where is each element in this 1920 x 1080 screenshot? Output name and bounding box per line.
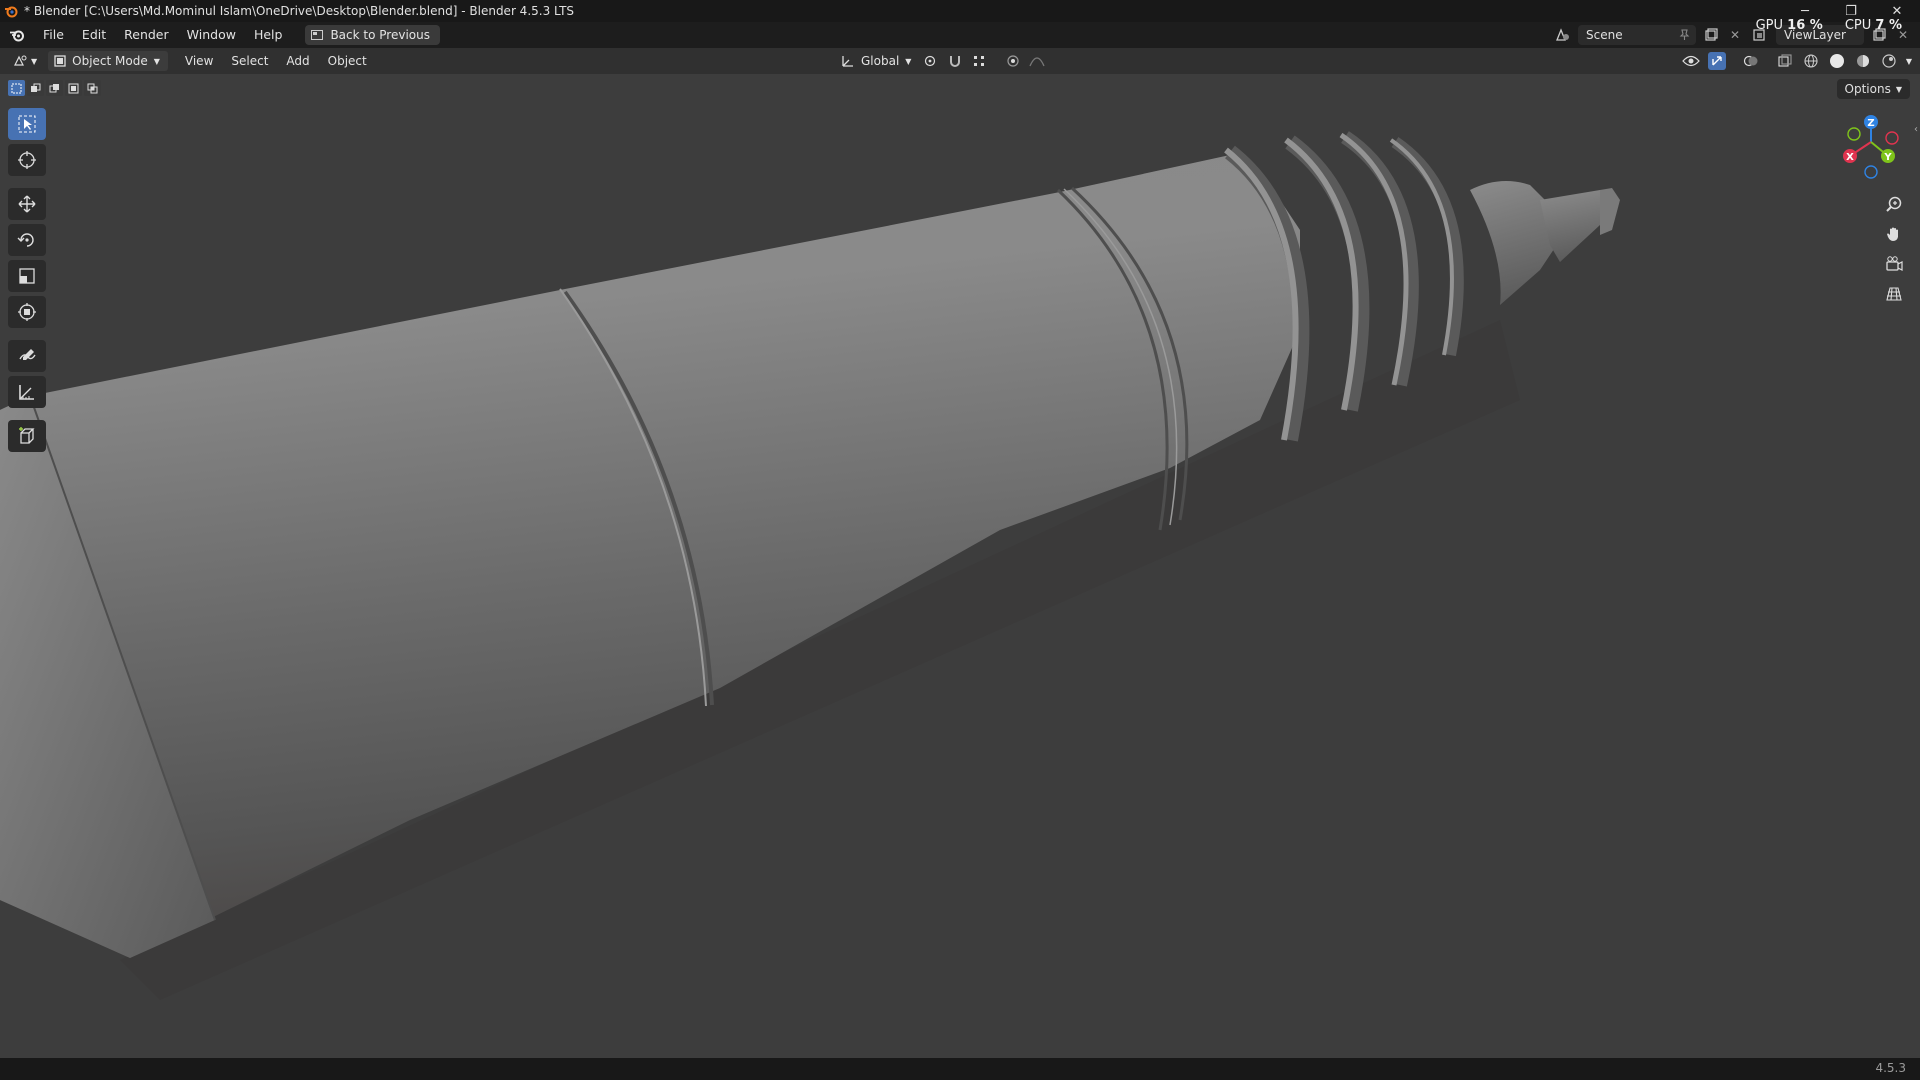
select-new-icon[interactable] <box>8 80 25 96</box>
options-label: Options <box>1844 82 1891 96</box>
selection-mode-buttons <box>8 80 101 96</box>
select-subtract-icon[interactable] <box>46 80 63 96</box>
editor-type-button[interactable]: ▼ <box>8 51 42 71</box>
3d-viewport-icon <box>14 55 27 66</box>
menu-view[interactable]: View <box>176 48 222 74</box>
pin-icon[interactable] <box>1679 29 1690 41</box>
status-bar: 4.5.3 <box>0 1058 1920 1080</box>
wireframe-shading-icon[interactable] <box>1802 52 1820 70</box>
tool-shelf <box>8 108 46 452</box>
transform-orientation-label: Global <box>861 54 900 68</box>
overlays-icon[interactable] <box>1742 52 1760 70</box>
menu-file[interactable]: File <box>34 22 73 48</box>
gizmo-neg-y-axis[interactable] <box>1847 127 1861 141</box>
transform-icon <box>18 303 36 321</box>
chevron-down-icon: ▼ <box>153 56 160 66</box>
snap-target-icon[interactable] <box>970 52 988 70</box>
gizmo-neg-z-axis[interactable] <box>1864 165 1878 179</box>
measure-tool[interactable] <box>8 376 46 408</box>
material-preview-shading-icon[interactable] <box>1854 52 1872 70</box>
pivot-point-icon[interactable] <box>922 52 940 70</box>
remove-scene-icon[interactable]: ✕ <box>1726 26 1744 44</box>
menu-edit[interactable]: Edit <box>73 22 115 48</box>
add-cube-tool[interactable] <box>8 420 46 452</box>
visibility-icon[interactable] <box>1682 52 1700 70</box>
chevron-down-icon: ▼ <box>31 56 38 66</box>
performance-overlay: GPU 16 % CPU 7 % <box>1756 18 1902 33</box>
object-mode-icon <box>54 55 66 67</box>
object-mode-label: Object Mode <box>72 54 148 68</box>
version-label: 4.5.3 <box>1875 1061 1906 1075</box>
viewport-header: ▼ Object Mode ▼ View Select Add Object G… <box>0 48 1920 74</box>
solid-shading-icon[interactable] <box>1828 52 1846 70</box>
select-box-tool[interactable] <box>8 108 46 140</box>
rotate-icon <box>17 233 34 247</box>
annotate-tool[interactable] <box>8 340 46 372</box>
rotate-tool[interactable] <box>8 224 46 256</box>
snap-toggle-icon[interactable] <box>946 52 964 70</box>
fullscreen-icon <box>311 30 324 40</box>
blender-logo-icon[interactable] <box>0 28 34 42</box>
chevron-down-icon: ▼ <box>905 56 912 66</box>
3d-viewport[interactable]: Options ▼ Z X Y ‹ <box>0 74 1920 1058</box>
object-mode-dropdown[interactable]: Object Mode ▼ <box>48 51 168 71</box>
proportional-editing-icon[interactable] <box>1004 52 1022 70</box>
perspective-toggle-icon[interactable] <box>1880 282 1908 306</box>
back-to-previous-button[interactable]: Back to Previous <box>305 25 440 45</box>
gpu-usage: GPU 16 % <box>1755 18 1823 33</box>
scene-selector-icon[interactable] <box>1554 26 1572 44</box>
cpu-usage-value: 7 % <box>1875 18 1902 33</box>
select-intersect-icon[interactable] <box>84 80 101 96</box>
xray-toggle-icon[interactable] <box>1776 52 1794 70</box>
zoom-icon[interactable] <box>1880 192 1908 216</box>
gizmo-toggle-icon[interactable] <box>1707 52 1726 70</box>
scene-name: Scene <box>1586 28 1623 42</box>
chevron-down-icon[interactable]: ▼ <box>1906 57 1912 66</box>
menu-add[interactable]: Add <box>277 48 318 74</box>
transform-orientation-dropdown[interactable]: Global ▼ <box>836 51 916 71</box>
back-to-previous-label: Back to Previous <box>330 28 430 42</box>
window-title: * Blender [C:\Users\Md.Mominul Islam\One… <box>24 4 575 18</box>
options-dropdown[interactable]: Options ▼ <box>1836 79 1910 99</box>
scene-name-field[interactable]: Scene <box>1578 25 1696 45</box>
cursor-arrow-icon <box>18 115 36 133</box>
menu-object[interactable]: Object <box>319 48 376 74</box>
scale-tool[interactable] <box>8 260 46 292</box>
move-icon <box>18 195 36 213</box>
menu-window[interactable]: Window <box>178 22 245 48</box>
camera-view-icon[interactable] <box>1880 252 1908 276</box>
menu-select[interactable]: Select <box>222 48 277 74</box>
gizmo-neg-x-axis[interactable] <box>1885 131 1899 145</box>
3d-cursor-icon <box>18 151 36 169</box>
window-titlebar: * Blender [C:\Users\Md.Mominul Islam\One… <box>0 0 1920 22</box>
svg-text:X: X <box>1846 152 1854 163</box>
menu-help[interactable]: Help <box>245 22 292 48</box>
svg-text:Z: Z <box>1867 118 1874 129</box>
new-scene-icon[interactable] <box>1702 26 1720 44</box>
pen-model <box>0 131 1620 1000</box>
add-cube-icon <box>19 427 35 444</box>
navigation-gizmo[interactable]: Z X Y <box>1836 112 1908 184</box>
ruler-icon <box>19 385 34 400</box>
svg-text:Y: Y <box>1883 152 1892 163</box>
top-menubar: File Edit Render Window Help Back to Pre… <box>0 22 1920 48</box>
cpu-usage: CPU 7 % <box>1844 18 1902 33</box>
transform-tool[interactable] <box>8 296 46 328</box>
pan-hand-icon[interactable] <box>1880 222 1908 246</box>
select-extend-icon[interactable] <box>27 80 44 96</box>
menu-render[interactable]: Render <box>115 22 178 48</box>
gpu-usage-value: 16 % <box>1787 18 1823 33</box>
sidebar-toggle-arrow-icon[interactable]: ‹ <box>1914 124 1918 135</box>
chevron-down-icon: ▼ <box>1895 84 1902 94</box>
select-invert-icon[interactable] <box>65 80 82 96</box>
viewport-navigation-buttons <box>1880 192 1908 306</box>
move-tool[interactable] <box>8 188 46 220</box>
rendered-shading-icon[interactable] <box>1880 52 1898 70</box>
cursor-tool[interactable] <box>8 144 46 176</box>
proportional-falloff-icon[interactable] <box>1028 52 1046 70</box>
scale-icon <box>19 268 35 284</box>
blender-app-icon <box>0 0 22 22</box>
orientation-axes-icon <box>842 56 853 67</box>
pencil-icon <box>19 349 36 360</box>
